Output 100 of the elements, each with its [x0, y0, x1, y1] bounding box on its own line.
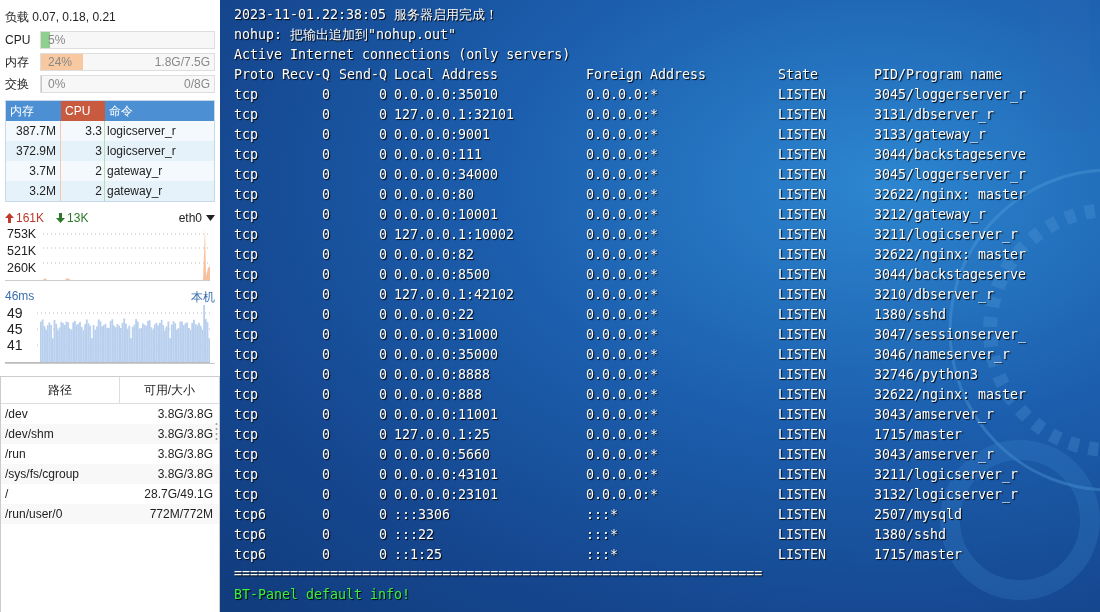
table-cell-text: 0.0.0.0:82: [394, 246, 476, 264]
table-cell-text: 0: [378, 246, 387, 264]
table-cell-text: tcp: [234, 326, 260, 344]
column-header: Send-Q: [337, 66, 387, 84]
table-cell-text: 3045/loggerserver_r: [874, 166, 1027, 185]
table-cell-text: LISTEN: [778, 126, 828, 144]
table-cell-text: tcp6: [234, 526, 268, 544]
table-cell-text: LISTEN: [778, 446, 828, 464]
table-cell-text: /dev: [5, 406, 28, 423]
table-cell-text: 0.0.0.0:*: [586, 206, 660, 224]
load-text: 负载 0.07, 0.18, 0.21: [5, 9, 117, 26]
column-header: Foreign Address: [586, 66, 708, 84]
table-cell-text: 0.0.0.0:888: [394, 386, 484, 404]
table-cell-text: 0.0.0.0:*: [586, 166, 660, 184]
table-cell-text: LISTEN: [778, 326, 828, 344]
table-cell-text: 3131/dbserver_r: [874, 106, 995, 125]
table-cell-text: 0.0.0.0:*: [586, 486, 660, 504]
table-cell-text: LISTEN: [778, 306, 828, 324]
interface-dropdown[interactable]: eth0: [178, 211, 215, 225]
table-cell-text: LISTEN: [778, 426, 828, 444]
table-cell-text: 127.0.0.1:42102: [394, 286, 516, 304]
table-cell-text: LISTEN: [778, 246, 828, 264]
table-cell-text: LISTEN: [778, 186, 828, 204]
down-arrow-icon: [56, 213, 66, 223]
table-cell-text: LISTEN: [778, 406, 828, 424]
table-cell-text: 0.0.0.0:35010: [394, 86, 500, 104]
table-cell-text: 0: [321, 546, 330, 564]
terminal-line: nohup: 把输出追加到"nohup.out": [234, 26, 458, 44]
table-cell-text: 3044/backstageserve: [874, 146, 1027, 164]
table-cell-text: tcp: [234, 406, 260, 424]
table-cell-text: 0: [321, 206, 330, 224]
column-header[interactable]: 路径: [1, 377, 120, 403]
column-header: Local Address: [394, 66, 500, 84]
table-cell-text: 0: [321, 86, 330, 104]
table-cell-text: 1715/master: [874, 426, 963, 444]
table-cell-text: 0: [321, 366, 330, 384]
table-cell-text: 0.0.0.0:10001: [394, 206, 500, 224]
axis-label: 41: [7, 337, 23, 353]
table-cell-text: LISTEN: [778, 486, 828, 504]
table-cell-text: 0.0.0.0:43101: [394, 466, 500, 484]
table-cell-text: tcp: [234, 186, 260, 204]
table-cell-text: 0: [378, 546, 387, 564]
table-cell-text: :::*: [586, 546, 620, 564]
meter-reading: 0/8G: [184, 77, 210, 91]
splitter-handle-icon[interactable]: [215, 423, 218, 441]
column-header[interactable]: CPU: [61, 101, 105, 121]
table-cell-text: gateway_r: [106, 163, 164, 180]
table-cell-text: 32622/nginx: master: [874, 186, 1027, 204]
table-cell-text: 3133/gateway_r: [874, 126, 987, 145]
table-cell-text: 0: [321, 286, 330, 304]
table-cell-text: 0.0.0.0:35000: [394, 346, 500, 364]
meter-reading: 1.8G/7.5G: [154, 55, 210, 69]
table-cell-text: LISTEN: [778, 506, 828, 524]
table-cell-text: tcp: [234, 206, 260, 224]
table-cell-text: 0.0.0.0:111: [394, 146, 484, 164]
table-cell-text: 0: [378, 486, 387, 504]
axis-label: 753K: [7, 226, 37, 243]
table-cell-text: 0: [321, 146, 330, 164]
table-cell-text: 0.0.0.0:22: [394, 306, 476, 324]
table-cell-text: 0: [321, 326, 330, 344]
axis-label: 49: [7, 305, 23, 321]
table-cell-text: 0.0.0.0:31000: [394, 326, 500, 344]
table-cell-text: 0.0.0.0:8500: [394, 266, 492, 284]
table-cell-text: 0.0.0.0:*: [586, 346, 660, 364]
table-cell-text: 3210/dbserver_r: [874, 286, 995, 305]
table-cell-text: 0.0.0.0:9001: [394, 126, 492, 144]
download-rate: 13K: [67, 211, 89, 225]
up-arrow-icon: [5, 213, 14, 223]
table-cell-text: /run/user/0: [5, 506, 63, 523]
table-cell-text: 0.0.0.0:*: [586, 106, 660, 124]
table-cell: 2: [61, 181, 105, 201]
table-cell-text: 0: [378, 506, 387, 524]
column-header: State: [778, 66, 820, 84]
table-cell-text: LISTEN: [778, 526, 828, 544]
table-cell-text: LISTEN: [778, 166, 828, 184]
table-cell-text: 0.0.0.0:*: [586, 86, 660, 104]
table-cell-text: 0: [378, 446, 387, 464]
table-cell-text: 0: [321, 346, 330, 364]
table-cell-text: 0: [321, 406, 330, 424]
table-cell-text: LISTEN: [778, 206, 828, 224]
table-cell-text: 0.0.0.0:*: [586, 146, 660, 164]
column-header[interactable]: 可用/大小: [120, 377, 219, 403]
latency-text: 46ms: [5, 289, 35, 305]
table-cell-text: 0.0.0.0:*: [586, 226, 660, 244]
table-cell-text: 3046/nameserver_r: [874, 346, 1011, 365]
table-cell-text: 32622/nginx: master: [874, 386, 1027, 404]
table-cell-text: 0: [378, 366, 387, 384]
table-cell-text: tcp: [234, 306, 260, 324]
table-cell-text: 0: [321, 526, 330, 544]
table-cell-text: logicserver_r: [106, 123, 177, 140]
column-header: Proto: [234, 66, 276, 84]
table-cell-text: 1715/master: [874, 546, 963, 564]
table-cell-text: 0.0.0.0:*: [586, 286, 660, 304]
table-cell-text: 3212/gateway_r: [874, 206, 987, 225]
table-cell-text: 0.0.0.0:*: [586, 426, 660, 444]
table-cell-text: tcp6: [234, 546, 268, 564]
upload-rate: 161K: [16, 211, 45, 225]
terminal-line: 2023-11-01.22:38:05 服务器启用完成！: [234, 6, 500, 24]
terminal-line: Active Internet connections (only servers): [234, 46, 572, 64]
table-cell-text: 0: [378, 126, 387, 144]
